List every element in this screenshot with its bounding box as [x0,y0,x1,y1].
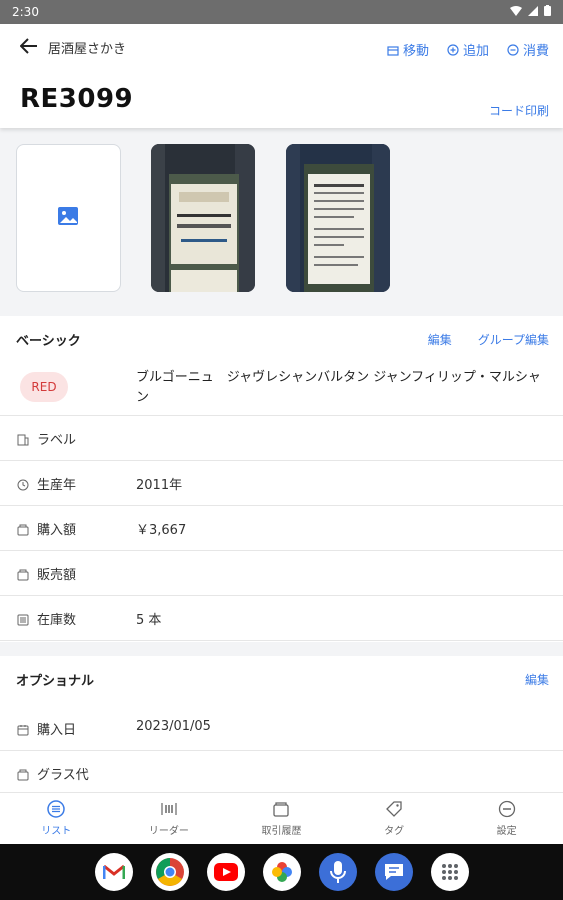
status-time: 2:30 [12,5,39,19]
optional-edit-link[interactable]: 編集 [525,671,549,688]
back-arrow-icon [19,37,38,57]
wine-photo-back[interactable] [286,144,390,292]
purchase-date-label: 購入日 [37,723,77,738]
nav-settings-label: 設定 [496,826,517,837]
print-code-link[interactable]: コード印刷 [489,102,549,119]
list-icon [47,800,66,818]
consume-label: 消費 [522,44,549,59]
settings-icon [498,800,516,818]
section-divider [0,308,563,316]
glass-price-label: グラス代 [37,768,89,783]
move-label: 移動 [402,44,429,59]
nav-history-label: 取引履歴 [261,826,302,837]
nav-history[interactable]: 取引履歴 [225,793,338,844]
page-title: RE3099 [20,84,134,114]
messages-icon[interactable] [374,853,413,891]
wine-name: ブルゴーニュ ジャヴレシャンバルタン ジャンフィリップ・マルシャン [136,370,541,405]
stock-label: 在庫数 [37,613,77,628]
group-edit-link[interactable]: グループ編集 [478,331,549,348]
chrome-icon[interactable] [150,853,189,891]
nav-tag-label: タグ [384,826,405,837]
inventory-icon [17,611,29,626]
basic-section: ベーシック 編集 グループ編集 RED ブルゴーニュ ジャヴレシャンバルタン ジ… [0,316,563,642]
wallet-icon [17,521,29,536]
photos-icon[interactable] [262,853,301,891]
purchase-price-value: ￥3,667 [136,523,187,538]
photo-strip [0,128,563,308]
minus-circle-icon [507,43,519,56]
wifi-icon [510,5,522,19]
app-header: 居酒屋さかき 移動 追加 消費 RE3099 コード印刷 [0,24,563,128]
purchase-date-row[interactable]: 購入日 2023/01/05 [0,706,563,751]
label-row-label: ラベル [37,433,77,448]
vintage-label: 生産年 [37,478,77,493]
bottom-navigation: リスト リーダー 取引履歴 タグ 設定 [0,792,563,844]
basic-title: ベーシック [16,334,81,349]
add-circle-icon [447,43,459,56]
wine-type-badge: RED [20,372,68,402]
label-icon [17,431,29,446]
wallet-icon [17,766,29,781]
add-button[interactable]: 追加 [447,40,489,59]
nav-list[interactable]: リスト [0,793,113,844]
back-label: 居酒屋さかき [48,41,127,57]
wine-name-row: RED ブルゴーニュ ジャヴレシャンバルタン ジャンフィリップ・マルシャン [0,360,563,416]
nav-tag[interactable]: タグ [338,793,451,844]
system-dock [0,844,563,900]
consume-button[interactable]: 消費 [507,40,549,59]
sale-price-label: 販売額 [37,568,77,583]
optional-header: オプショナル 編集 [0,656,563,700]
image-add-icon [57,205,81,231]
basic-header: ベーシック 編集 グループ編集 [0,316,563,360]
add-photo-button[interactable] [16,144,121,292]
wallet-icon [17,566,29,581]
gmail-icon[interactable] [94,853,133,891]
purchase-price-row[interactable]: 購入額 ￥3,667 [0,506,563,551]
clock-icon [17,476,29,491]
label-row[interactable]: ラベル [0,416,563,461]
move-button[interactable]: 移動 [387,40,429,59]
glass-price-row[interactable]: グラス代 [0,751,563,796]
stock-value: 5 本 [136,613,162,628]
purchase-price-label: 購入額 [37,523,77,538]
assistant-mic-icon[interactable] [318,853,357,891]
app-drawer-icon[interactable] [430,853,469,891]
wine-photo-front[interactable] [151,144,255,292]
nav-reader[interactable]: リーダー [113,793,226,844]
box-icon [387,44,399,56]
back-button[interactable]: 居酒屋さかき [19,37,127,57]
vintage-value: 2011年 [136,478,183,493]
youtube-icon[interactable] [206,853,245,891]
stock-row[interactable]: 在庫数 5 本 [0,596,563,641]
history-box-icon [272,800,290,818]
tag-icon [385,800,403,818]
add-label: 追加 [462,44,489,59]
nav-reader-label: リーダー [148,826,189,837]
nav-settings[interactable]: 設定 [450,793,563,844]
vintage-row[interactable]: 生産年 2011年 [0,461,563,506]
section-divider [0,642,563,656]
optional-section: オプショナル 編集 購入日 2023/01/05 グラス代 [0,656,563,792]
barcode-scan-icon [160,800,178,818]
status-bar: 2:30 [0,0,563,24]
optional-title: オプショナル [16,674,95,689]
battery-icon [544,5,551,19]
calendar-icon [17,721,29,736]
sale-price-row[interactable]: 販売額 [0,551,563,596]
basic-edit-link[interactable]: 編集 [428,331,452,348]
purchase-date-value: 2023/01/05 [136,719,211,734]
signal-icon [528,5,538,19]
nav-list-label: リスト [41,826,72,837]
